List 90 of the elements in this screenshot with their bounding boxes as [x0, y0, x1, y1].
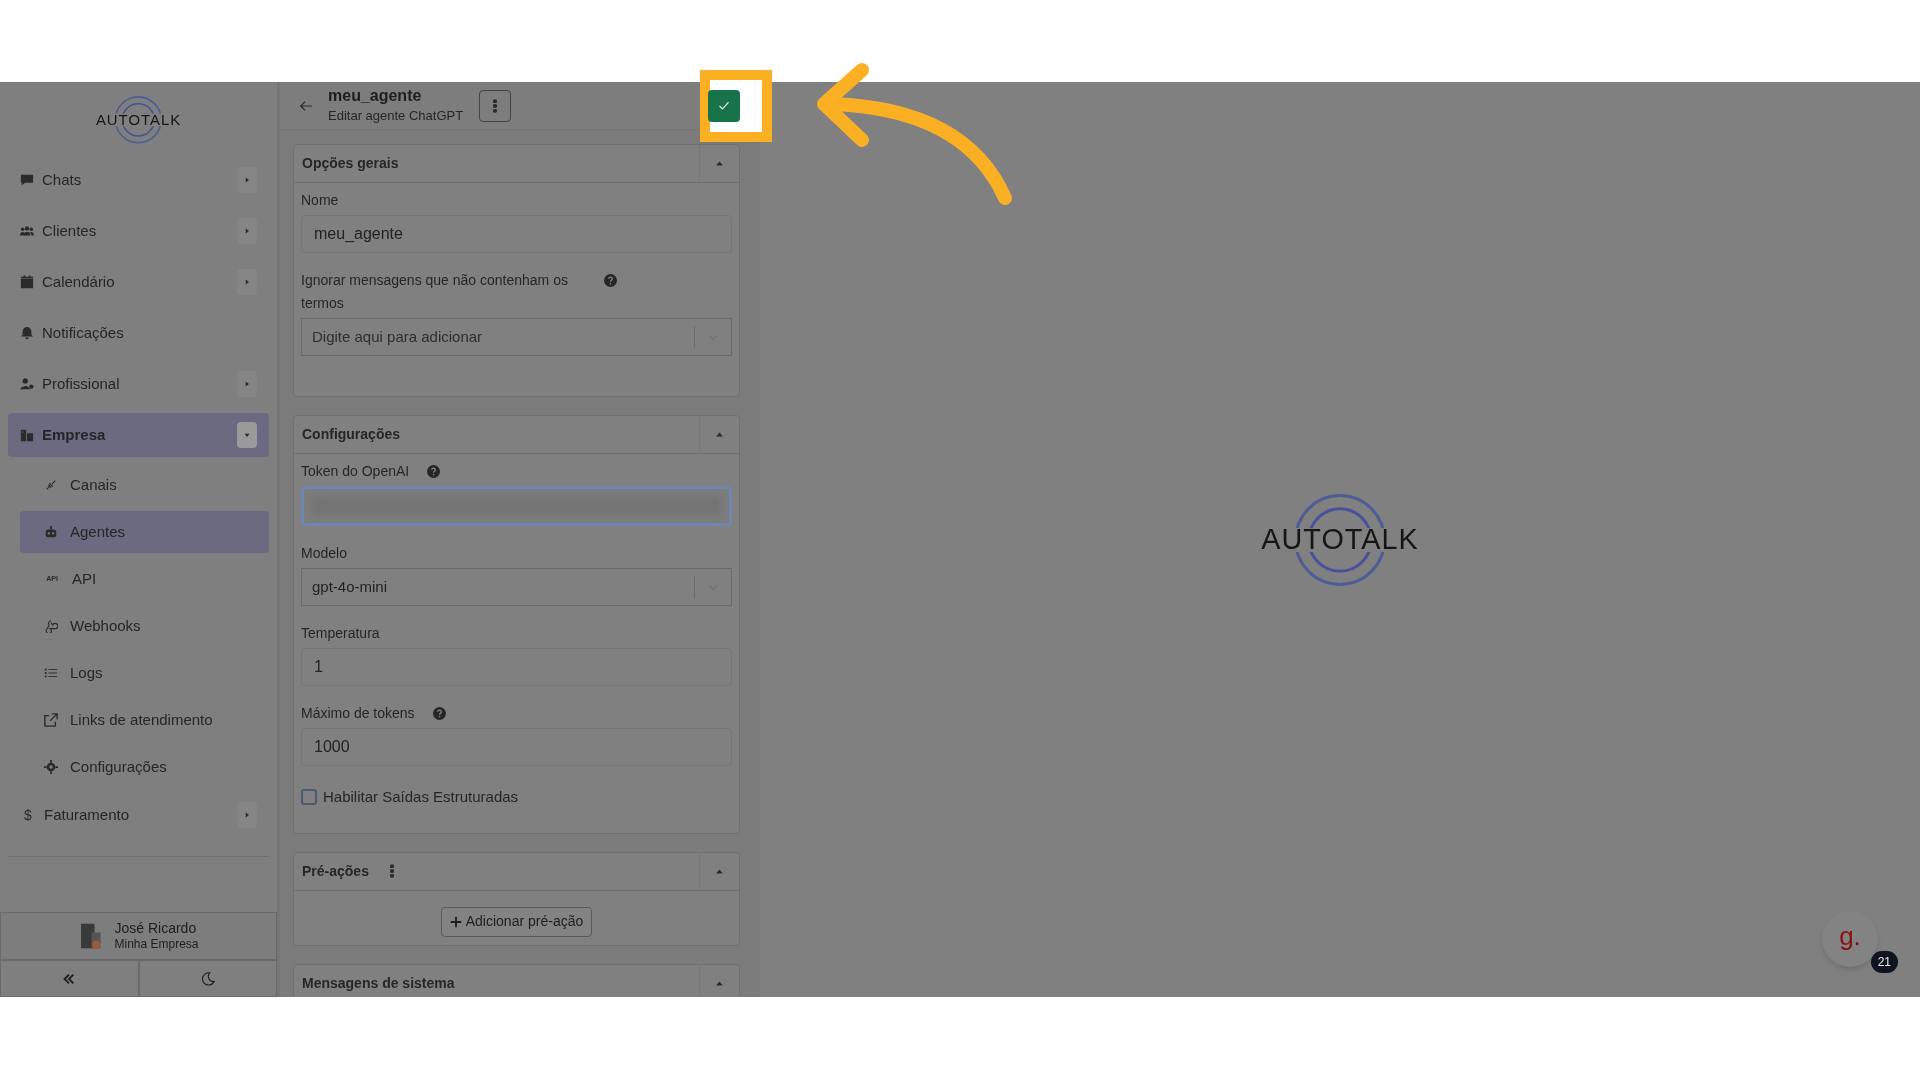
expand-toggle[interactable]	[237, 802, 257, 828]
page-title: meu_agente	[328, 86, 423, 107]
list-icon	[44, 666, 58, 680]
company-name: Minha Empresa	[114, 937, 199, 953]
kebab-icon	[493, 98, 498, 113]
field-label: Nome	[301, 191, 339, 210]
logo: AUTOTALK	[98, 95, 179, 145]
webhook-icon	[44, 619, 58, 633]
checkbox[interactable]	[301, 789, 317, 806]
input-field[interactable]: 1000	[301, 728, 732, 766]
sidebar-label: Profissional	[42, 373, 121, 394]
page-subtitle: Editar agente ChatGPT	[328, 108, 464, 125]
field-label: Ignorar mensagens que não contenham os termos	[301, 271, 569, 313]
sidebar-subitem[interactable]: Logs	[20, 652, 269, 694]
section-title: Pré-ações	[302, 861, 369, 881]
icon-label: $	[23, 805, 33, 825]
back-arrow-icon	[299, 98, 313, 113]
add-button[interactable]: Adicionar pré-ação	[440, 906, 593, 937]
field-label: Token do OpenAI	[301, 462, 410, 481]
users-icon	[20, 224, 34, 238]
moon-icon	[200, 971, 215, 986]
bell-icon	[20, 326, 34, 340]
checkbox-label: Habilitar Saídas Estruturadas	[323, 787, 519, 807]
chat-logo: g.	[1839, 923, 1861, 949]
sidebar-subitem[interactable]: Canais	[20, 464, 269, 506]
expand-toggle[interactable]	[237, 371, 257, 397]
sidebar-label: Webhooks	[70, 615, 141, 636]
sidebar-label: Agentes	[70, 521, 126, 542]
kebab-icon	[389, 864, 394, 878]
calendar-icon	[20, 275, 34, 289]
section-title: Mensagens de sistema	[302, 973, 455, 993]
sidebar-label: Chats	[42, 169, 83, 190]
sidebar-label: Canais	[70, 474, 117, 495]
user-name: José Ricardo	[114, 919, 198, 938]
collapse-button[interactable]	[0, 960, 139, 997]
sidebar-item[interactable]: Calendário	[8, 260, 269, 304]
theme-toggle-button[interactable]	[138, 960, 277, 997]
input-field[interactable]: 1	[301, 648, 732, 686]
external-link-icon	[44, 713, 58, 727]
plug-icon	[44, 478, 58, 492]
select-value: gpt-4o-mini	[311, 576, 389, 597]
select-placeholder: Digite aqui para adicionar	[311, 326, 484, 347]
sidebar-label: Empresa	[42, 424, 107, 445]
chat-widget-button[interactable]: g.	[1822, 911, 1878, 967]
sidebar-subitem[interactable]: Configurações	[20, 746, 269, 788]
sidebar-label: Links de atendimento	[70, 709, 213, 730]
building-avatar-icon	[78, 922, 103, 950]
sidebar-label: API	[72, 568, 97, 589]
expand-toggle[interactable]	[237, 269, 257, 295]
sidebar-subitem[interactable]: Links de atendimento	[20, 699, 269, 741]
field-label: Temperatura	[301, 624, 380, 643]
sidebar-label: Clientes	[42, 220, 98, 241]
section-title: Opções gerais	[302, 154, 399, 173]
double-chevron-left-icon	[62, 971, 77, 986]
sidebar-label: Calendário	[42, 271, 116, 292]
sidebar-item[interactable]: Empresa	[8, 413, 269, 457]
sidebar-label: Faturamento	[44, 804, 131, 825]
logo: AUTOTALK	[1262, 491, 1418, 588]
section-title: Configurações	[302, 425, 400, 444]
select-field[interactable]: Digite aqui para adicionar	[301, 318, 732, 356]
select-field[interactable]: gpt-4o-mini	[301, 568, 732, 606]
field-label: Modelo	[301, 544, 347, 563]
expand-toggle[interactable]	[237, 218, 257, 244]
sidebar-item[interactable]: $ Faturamento	[8, 793, 269, 837]
sidebar-label: Logs	[70, 662, 103, 683]
user-card[interactable]: José Ricardo Minha Empresa	[0, 912, 277, 960]
input-field[interactable]: meu_agente	[301, 215, 732, 253]
sidebar-subitem[interactable]: Webhooks	[20, 605, 269, 647]
sidebar-item[interactable]: Clientes	[8, 209, 269, 253]
token-field[interactable]	[301, 486, 732, 526]
user-gear-icon	[20, 377, 34, 391]
chat-icon	[20, 173, 34, 187]
expand-toggle[interactable]	[237, 167, 257, 193]
save-button[interactable]	[708, 89, 740, 122]
sidebar-subitem[interactable]: Agentes	[20, 511, 269, 553]
notification-badge: 21	[1870, 951, 1898, 973]
caret-up-icon	[714, 158, 725, 169]
sidebar-item[interactable]: Chats	[8, 158, 269, 202]
field-label: Máximo de tokens	[301, 704, 415, 723]
sidebar-label: Notificações	[42, 322, 125, 343]
plus-icon	[449, 915, 462, 928]
sidebar-item[interactable]: Profissional	[8, 362, 269, 406]
more-button[interactable]	[479, 89, 512, 122]
building-icon	[20, 428, 34, 442]
sidebar-item[interactable]: Notificações	[8, 311, 269, 355]
check-icon	[718, 99, 730, 112]
caret-up-icon	[714, 429, 725, 440]
sidebar-label: Configurações	[70, 756, 167, 777]
robot-icon	[44, 525, 58, 539]
expand-toggle[interactable]	[237, 422, 257, 448]
